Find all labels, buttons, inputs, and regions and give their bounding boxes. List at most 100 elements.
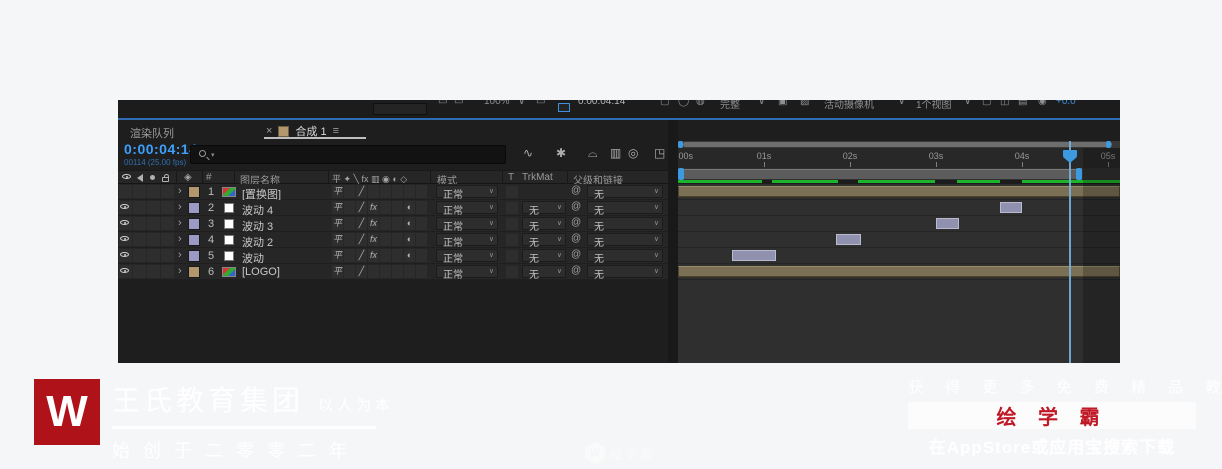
layer-switch-cell[interactable] [416, 217, 427, 230]
layer-switch-cell[interactable]: ◐ [404, 201, 415, 214]
viewer-timecode[interactable]: 0:00:04:14 [578, 100, 625, 107]
navigator-left-handle[interactable] [678, 141, 683, 148]
blend-mode-dropdown[interactable]: 正常 ∨ [436, 233, 498, 249]
eye-toggle[interactable] [119, 265, 132, 278]
expand-arrow-icon[interactable]: › [178, 201, 182, 213]
expand-arrow-icon[interactable]: › [178, 265, 182, 277]
parent-dropdown[interactable]: 无 ∨ [587, 185, 663, 201]
lock-toggle[interactable] [161, 249, 174, 262]
zoom-tool-icon[interactable]: ▭ [454, 100, 463, 107]
parent-dropdown[interactable]: 无 ∨ [587, 217, 663, 233]
solo-toggle[interactable] [147, 265, 160, 278]
layer-switch-cell[interactable] [380, 201, 391, 214]
view-layout-chevron-icon[interactable]: ∨ [964, 100, 971, 107]
layer-switch-cell[interactable] [344, 233, 355, 246]
layer-switch-cell[interactable] [392, 233, 403, 246]
layer-switch-cell[interactable] [416, 201, 427, 214]
panel-column-divider[interactable] [668, 120, 678, 363]
blend-mode-dropdown[interactable]: 正常 ∨ [436, 217, 498, 233]
layer-row[interactable]: › 6 [LOGO] 平 ╱ 正常 ∨ 无 ∨ @ 无 ∨ [118, 264, 668, 281]
fast-previews-icon[interactable]: ▣ [778, 100, 787, 107]
blend-mode-dropdown[interactable]: 正常 ∨ [436, 249, 498, 265]
flowchart-icon[interactable]: ▤ [1018, 100, 1027, 107]
layer-row[interactable]: › 3 波动 3 平 ╱ fx ◐ 正常 ∨ 无 ∨ @ 无 ∨ [118, 216, 668, 233]
resolution-value[interactable]: 完整 [720, 100, 740, 111]
layer-duration-bar[interactable] [936, 218, 960, 229]
layer-switch-cell[interactable]: ╱ [356, 217, 367, 230]
layer-row[interactable]: › 1 [置换图] 平 ╱ 正常 ∨ @ 无 ∨ [118, 184, 668, 201]
eye-toggle[interactable] [119, 185, 132, 198]
lock-toggle[interactable] [161, 185, 174, 198]
t-toggle[interactable] [506, 218, 518, 230]
layer-switch-cell[interactable] [404, 185, 415, 198]
layer-switch-cell[interactable]: fx [368, 201, 379, 214]
channels-icon[interactable]: ◍ [696, 100, 705, 107]
expand-arrow-icon[interactable]: › [178, 185, 182, 197]
eye-toggle[interactable] [119, 217, 132, 230]
work-area-start-handle[interactable] [678, 168, 684, 180]
label-color-swatch[interactable] [188, 266, 200, 278]
layer-switch-cell[interactable]: ╱ [356, 265, 367, 278]
layer-switch-cell[interactable]: ╱ [356, 249, 367, 262]
trkmat-dropdown[interactable]: 无 ∨ [522, 249, 566, 265]
pickwhip-icon[interactable]: @ [571, 217, 581, 228]
pickwhip-icon[interactable]: @ [571, 265, 581, 276]
layer-switch-cell[interactable] [380, 217, 391, 230]
graph-editor-icon[interactable]: ◳ [654, 146, 665, 160]
timeline-navigator[interactable] [678, 141, 1120, 148]
layer-switch-cell[interactable] [344, 185, 355, 198]
layer-switch-cell[interactable] [368, 265, 379, 278]
layer-switch-cell[interactable]: ╱ [356, 233, 367, 246]
trkmat-column-header[interactable]: TrkMat [522, 172, 553, 183]
layer-row[interactable]: › 4 波动 2 平 ╱ fx ◐ 正常 ∨ 无 ∨ @ 无 ∨ [118, 232, 668, 249]
eye-toggle[interactable] [119, 201, 132, 214]
show-snapshot-icon[interactable]: ◯ [678, 100, 689, 107]
motion-blur-icon[interactable]: ◎ [628, 146, 638, 160]
solo-toggle[interactable] [147, 233, 160, 246]
magnification-chevron-icon[interactable]: ∨ [518, 100, 525, 107]
layer-switch-cell[interactable] [404, 265, 415, 278]
view-layout-value[interactable]: 1个视图 [916, 100, 952, 111]
layer-switch-cell[interactable] [392, 249, 403, 262]
pickwhip-icon[interactable]: @ [571, 233, 581, 244]
exposure-icon[interactable]: ◉ [1038, 100, 1047, 107]
blend-mode-dropdown[interactable]: 正常 ∨ [436, 265, 498, 281]
layer-switch-cell[interactable]: fx [368, 217, 379, 230]
trkmat-dropdown[interactable]: 无 ∨ [522, 217, 566, 233]
lock-toggle[interactable] [161, 265, 174, 278]
audio-toggle[interactable] [133, 201, 146, 214]
layer-switch-cell[interactable]: ╱ [356, 185, 367, 198]
comp-mini-flowchart-icon[interactable]: ∿ [523, 146, 533, 160]
label-color-swatch[interactable] [188, 202, 200, 214]
grid-guides-icon[interactable]: ▭ [536, 100, 545, 107]
layer-switch-cell[interactable] [416, 185, 427, 198]
audio-toggle[interactable] [133, 249, 146, 262]
number-column-header[interactable]: # [206, 172, 212, 183]
layer-search-input[interactable]: ▾ [190, 145, 506, 164]
solo-toggle[interactable] [147, 249, 160, 262]
hand-tool-icon[interactable]: ▭ [438, 100, 447, 107]
label-color-swatch[interactable] [188, 218, 200, 230]
camera-chevron-icon[interactable]: ∨ [898, 100, 905, 107]
expand-arrow-icon[interactable]: › [178, 217, 182, 229]
layer-switch-cell[interactable] [344, 201, 355, 214]
blend-mode-dropdown[interactable]: 正常 ∨ [436, 185, 498, 201]
layer-switch-cell[interactable] [344, 217, 355, 230]
layer-switch-cell[interactable] [392, 185, 403, 198]
solo-toggle[interactable] [147, 217, 160, 230]
tab-close-icon[interactable]: × [266, 125, 272, 137]
layer-switch-cell[interactable] [392, 217, 403, 230]
transparency-grid-icon[interactable]: ▨ [800, 100, 809, 107]
region-of-interest-icon[interactable] [558, 103, 570, 112]
pickwhip-icon[interactable]: @ [571, 201, 581, 212]
layer-switch-cell[interactable]: 平 [332, 217, 343, 230]
layer-switch-cell[interactable]: 平 [332, 265, 343, 278]
trkmat-dropdown[interactable]: 无 ∨ [522, 201, 566, 217]
parent-dropdown[interactable]: 无 ∨ [587, 233, 663, 249]
layer-switch-cell[interactable]: 平 [332, 201, 343, 214]
layer-switch-cell[interactable]: ◐ [404, 249, 415, 262]
label-color-swatch[interactable] [188, 250, 200, 262]
layer-duration-bar[interactable] [732, 250, 777, 261]
layer-duration-bar[interactable] [678, 186, 1120, 197]
layer-switch-cell[interactable] [380, 185, 391, 198]
